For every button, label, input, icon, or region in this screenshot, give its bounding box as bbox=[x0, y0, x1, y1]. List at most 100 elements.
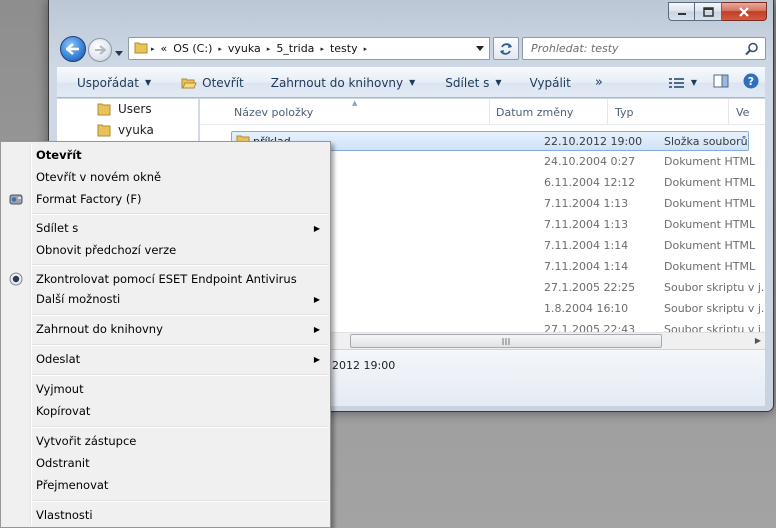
more-commands-button[interactable]: » bbox=[595, 75, 603, 90]
organize-label: Uspořádat bbox=[77, 75, 139, 90]
breadcrumb-separator[interactable]: ▸ bbox=[264, 45, 274, 53]
file-type: Soubor skriptu v j... bbox=[664, 302, 765, 315]
close-button[interactable] bbox=[722, 2, 767, 21]
breadcrumb-vyuka[interactable]: vyuka bbox=[225, 42, 264, 55]
file-type: Dokument HTML bbox=[664, 176, 756, 189]
menu-item-include-library[interactable]: Zahrnout do knihovny ▶ bbox=[3, 318, 328, 340]
scrollbar-thumb[interactable] bbox=[350, 334, 662, 348]
share-button[interactable]: Sdílet s ▼ bbox=[445, 76, 501, 90]
chevron-down-icon: ▼ bbox=[409, 78, 416, 87]
menu-item-eset-scan[interactable]: Zkontrolovat pomocí ESET Endpoint Antivi… bbox=[3, 268, 328, 290]
menu-item-share-with[interactable]: Sdílet s ▶ bbox=[3, 217, 328, 239]
menu-item-send-to[interactable]: Odeslat ▶ bbox=[3, 348, 328, 370]
nav-item-label: Users bbox=[118, 102, 152, 116]
help-button[interactable]: ? bbox=[743, 73, 759, 92]
column-header-type[interactable]: Typ bbox=[615, 106, 634, 119]
preview-pane-icon bbox=[713, 74, 729, 88]
menu-separator bbox=[32, 344, 328, 346]
file-date: 6.11.2004 12:12 bbox=[544, 176, 636, 189]
file-date: 7.11.2004 1:13 bbox=[544, 218, 629, 231]
column-header-size[interactable]: Ve bbox=[736, 106, 749, 119]
details-modified-date: 2012 19:00 bbox=[332, 359, 396, 372]
breadcrumb-overflow[interactable]: « bbox=[158, 42, 171, 55]
breadcrumb-separator: ▸ bbox=[151, 44, 155, 53]
file-type: Dokument HTML bbox=[664, 218, 756, 231]
nav-item-vyuka[interactable]: vyuka bbox=[97, 123, 154, 137]
address-dropdown[interactable] bbox=[470, 37, 490, 60]
file-type: Složka souborů bbox=[664, 134, 748, 148]
search-icon[interactable] bbox=[745, 42, 759, 59]
breadcrumb-separator[interactable]: ▸ bbox=[317, 45, 327, 53]
file-type: Dokument HTML bbox=[664, 239, 756, 252]
preview-pane-button[interactable] bbox=[713, 74, 729, 91]
column-header-name[interactable]: Název položky bbox=[234, 106, 313, 119]
menu-item-label: Další možnosti bbox=[36, 292, 121, 306]
breadcrumb-5-trida[interactable]: 5_trida bbox=[273, 42, 317, 55]
menu-item-open[interactable]: Otevřít bbox=[3, 144, 328, 166]
menu-item-restore-versions[interactable]: Obnovit předchozí verze bbox=[3, 239, 328, 261]
breadcrumb-separator[interactable]: ▸ bbox=[361, 45, 371, 53]
submenu-arrow-icon: ▶ bbox=[313, 223, 320, 233]
breadcrumb-drive[interactable]: OS (C:) bbox=[170, 42, 215, 55]
file-date: 7.11.2004 1:13 bbox=[544, 197, 629, 210]
menu-item-more-options[interactable]: Další možnosti ▶ bbox=[3, 288, 328, 310]
menu-separator bbox=[32, 264, 328, 266]
menu-item-copy[interactable]: Kopírovat bbox=[3, 400, 328, 422]
nav-item-users[interactable]: Users bbox=[97, 102, 152, 116]
include-library-button[interactable]: Zahrnout do knihovny ▼ bbox=[271, 76, 416, 90]
burn-label: Vypálit bbox=[529, 75, 571, 90]
chevron-down-icon: ▼ bbox=[690, 78, 697, 87]
column-header-date[interactable]: Datum změny bbox=[496, 106, 573, 119]
include-library-label: Zahrnout do knihovny bbox=[270, 75, 404, 90]
search-input[interactable] bbox=[531, 42, 741, 55]
change-view-button[interactable]: ▼ bbox=[668, 77, 697, 89]
file-type: Dokument HTML bbox=[664, 197, 756, 210]
menu-item-label: Vlastnosti bbox=[36, 508, 93, 522]
help-icon: ? bbox=[743, 73, 759, 89]
context-menu: Otevřít Otevřít v novém okně Format Fact… bbox=[0, 141, 331, 528]
menu-item-open-new-window[interactable]: Otevřít v novém okně bbox=[3, 166, 328, 188]
close-icon bbox=[739, 6, 749, 17]
menu-item-cut[interactable]: Vyjmout bbox=[3, 378, 328, 400]
history-dropdown[interactable] bbox=[115, 46, 123, 59]
search-box[interactable] bbox=[522, 37, 766, 60]
forward-button[interactable] bbox=[88, 38, 112, 62]
format-factory-icon bbox=[9, 192, 23, 209]
scroll-right-icon[interactable]: ▶ bbox=[755, 336, 761, 345]
chevron-down-icon bbox=[115, 51, 123, 56]
column-headers: ▲ Název položky Datum změny Typ Ve bbox=[200, 99, 765, 125]
refresh-button[interactable] bbox=[493, 37, 519, 60]
command-bar: Uspořádat ▼ Otevřít Zahrnout do knihovny… bbox=[57, 67, 765, 98]
column-divider[interactable] bbox=[607, 99, 608, 125]
folder-icon bbox=[134, 40, 148, 57]
back-button[interactable] bbox=[60, 36, 86, 62]
grip-icon bbox=[502, 337, 509, 345]
column-divider[interactable] bbox=[489, 99, 490, 125]
file-date: 1.8.2004 16:10 bbox=[544, 302, 629, 315]
submenu-arrow-icon: ▶ bbox=[313, 294, 320, 304]
share-label: Sdílet s bbox=[445, 75, 490, 90]
breadcrumb-separator[interactable]: ▸ bbox=[215, 45, 225, 53]
menu-item-rename[interactable]: Přejmenovat bbox=[3, 474, 328, 496]
organize-button[interactable]: Uspořádat ▼ bbox=[77, 76, 151, 90]
address-bar[interactable]: ▸ « OS (C:) ▸ vyuka ▸ 5_trida ▸ testy ▸ bbox=[128, 37, 490, 60]
menu-item-label: Kopírovat bbox=[36, 404, 91, 418]
breadcrumb-testy[interactable]: testy bbox=[327, 42, 361, 55]
open-button[interactable]: Otevřít bbox=[181, 76, 244, 90]
menu-item-label: Přejmenovat bbox=[36, 478, 109, 492]
column-divider[interactable] bbox=[728, 99, 729, 125]
minimize-button[interactable] bbox=[668, 2, 695, 21]
menu-item-label: Odeslat bbox=[36, 352, 81, 366]
nav-item-label: vyuka bbox=[118, 123, 154, 137]
menu-item-format-factory[interactable]: Format Factory (F) bbox=[3, 188, 328, 210]
menu-item-properties[interactable]: Vlastnosti bbox=[3, 504, 328, 526]
maximize-icon bbox=[702, 6, 714, 17]
file-type: Dokument HTML bbox=[664, 260, 756, 273]
minimize-icon bbox=[677, 12, 686, 15]
menu-item-create-shortcut[interactable]: Vytvořit zástupce bbox=[3, 430, 328, 452]
menu-item-delete[interactable]: Odstranit bbox=[3, 452, 328, 474]
menu-item-label: Zahrnout do knihovny bbox=[36, 322, 163, 336]
maximize-button[interactable] bbox=[695, 2, 722, 21]
menu-item-label: Format Factory (F) bbox=[36, 192, 142, 206]
burn-button[interactable]: Vypálit bbox=[530, 76, 571, 90]
